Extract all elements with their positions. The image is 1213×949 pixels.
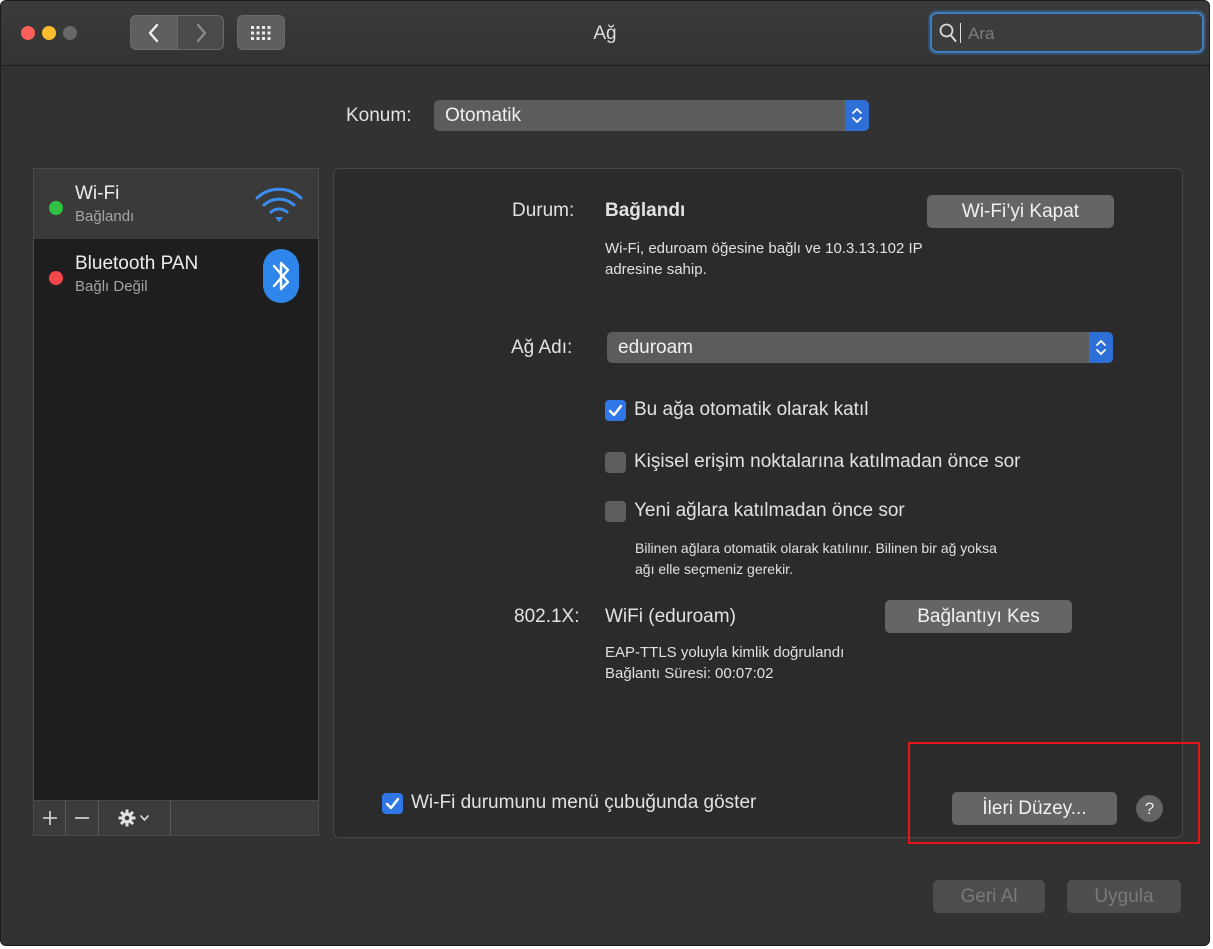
apply-button[interactable]: Uygula [1067, 880, 1181, 913]
ask-new-networks-note: Bilinen ağlara otomatik olarak katılınır… [635, 538, 997, 580]
dot1x-details: EAP-TTLS yoluyla kimlik doğrulandı Bağla… [605, 642, 844, 684]
ask-note-line1: Bilinen ağlara otomatik olarak katılınır… [635, 540, 997, 556]
status-dot-disconnected [49, 271, 63, 285]
status-description-line2: adresine sahip. [605, 261, 707, 278]
location-value: Otomatik [445, 105, 522, 126]
location-popup[interactable]: Otomatik [434, 100, 869, 131]
search-input[interactable] [966, 20, 1190, 48]
network-name-popup[interactable]: eduroam [607, 332, 1113, 363]
service-status: Bağlandı [75, 208, 135, 225]
network-name-value: eduroam [618, 337, 693, 358]
wifi-icon [255, 187, 303, 222]
status-description: Wi-Fi, eduroam öğesine bağlı ve 10.3.13.… [605, 238, 923, 280]
ask-hotspot-label[interactable]: Kişisel erişim noktalarına katılmadan ön… [634, 451, 1021, 473]
search-field[interactable] [930, 12, 1204, 53]
service-item-wifi[interactable]: Wi-Fi Bağlandı [34, 169, 318, 239]
popup-stepper [1089, 332, 1113, 363]
search-icon [939, 23, 957, 42]
service-status: Bağlı Değil [75, 278, 148, 295]
turn-off-wifi-button[interactable]: Wi-Fi’yi Kapat [927, 195, 1114, 228]
ask-new-networks-checkbox[interactable] [605, 501, 626, 522]
show-in-menu-bar-checkbox[interactable] [382, 793, 403, 814]
gear-menu-icon [118, 809, 149, 827]
service-name: Bluetooth PAN [75, 253, 199, 274]
status-dot-connected [49, 201, 63, 215]
annotation-highlight-box [908, 742, 1200, 844]
service-list-toolbar [33, 801, 319, 836]
service-actions-button[interactable] [99, 801, 171, 835]
connection-duration: Bağlantı Süresi: 00:07:02 [605, 665, 774, 682]
status-description-line1: Wi-Fi, eduroam öğesine bağlı ve 10.3.13.… [605, 240, 923, 257]
revert-button[interactable]: Geri Al [933, 880, 1045, 913]
title-bar: Ağ [1, 1, 1209, 66]
add-service-button[interactable] [34, 801, 66, 835]
show-in-menu-bar-label[interactable]: Wi-Fi durumunu menü çubuğunda göster [411, 792, 756, 814]
checkmark-icon [385, 797, 400, 810]
status-value: Bağlandı [605, 200, 686, 221]
remove-service-button[interactable] [66, 801, 99, 835]
dot1x-value: WiFi (eduroam) [605, 606, 736, 627]
checkmark-icon [608, 404, 623, 417]
ask-new-networks-label[interactable]: Yeni ağlara katılmadan önce sor [634, 500, 905, 522]
auto-join-label[interactable]: Bu ağa otomatik olarak katıl [634, 399, 868, 421]
auto-join-checkbox[interactable] [605, 400, 626, 421]
plus-icon [42, 811, 57, 825]
network-name-label: Ağ Adı: [511, 337, 573, 358]
text-cursor [960, 23, 961, 43]
ask-note-line2: ağı elle seçmeniz gerekir. [635, 561, 793, 577]
up-down-arrows-icon [1096, 340, 1106, 355]
service-list: Wi-Fi Bağlandı Bluetooth PAN Bağlı Değil [33, 168, 319, 801]
status-label: Durum: [512, 200, 575, 221]
auth-text: EAP-TTLS yoluyla kimlik doğrulandı [605, 644, 845, 661]
ask-hotspot-checkbox[interactable] [605, 452, 626, 473]
location-label: Konum: [346, 105, 412, 126]
up-down-arrows-icon [852, 108, 862, 123]
dot1x-label: 802.1X: [514, 606, 580, 627]
service-item-bluetooth-pan[interactable]: Bluetooth PAN Bağlı Değil [34, 239, 318, 309]
bluetooth-icon [263, 249, 299, 303]
disconnect-button[interactable]: Bağlantıyı Kes [885, 600, 1072, 633]
service-name: Wi-Fi [75, 183, 120, 204]
minus-icon [75, 817, 89, 819]
popup-stepper [845, 100, 869, 131]
